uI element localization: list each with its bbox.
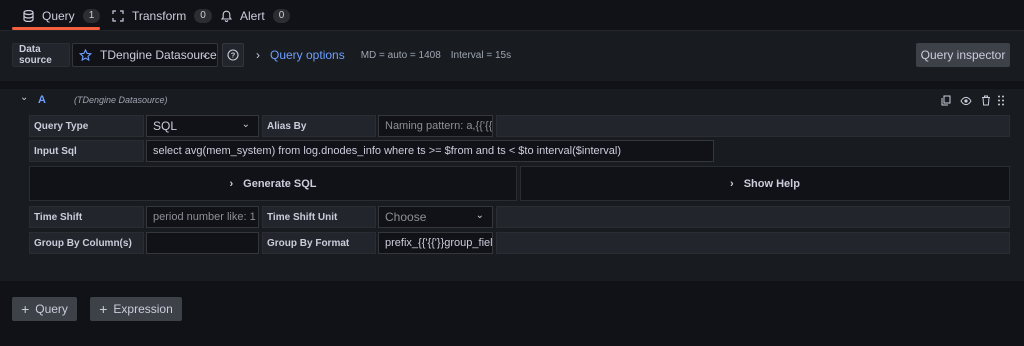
datasource-help-button[interactable]: ? [222, 43, 244, 67]
datasource-picker[interactable]: TDengine Datasource ⌄ [72, 43, 218, 67]
transform-icon [112, 10, 124, 22]
time-shift-unit-select[interactable]: Choose ⌄ [378, 206, 493, 228]
alias-by-placeholder: Naming pattern: a,{{'{{'}} [385, 120, 493, 132]
eye-icon[interactable] [960, 95, 972, 109]
add-expression-button[interactable]: + Expression [90, 297, 182, 321]
generate-sql-button[interactable]: › Generate SQL [29, 166, 517, 201]
tab-query-count: 1 [82, 9, 101, 23]
tab-alert-label: Alert [240, 9, 265, 23]
row5-filler [496, 232, 1010, 254]
row1-filler [496, 115, 1010, 137]
plus-icon: + [99, 301, 108, 317]
tab-alert-count: 0 [272, 9, 291, 23]
tab-transform[interactable]: Transform 0 [112, 0, 212, 32]
add-expression-label: Expression [113, 302, 173, 316]
question-circle-icon: ? [227, 49, 239, 61]
query-type-label: Query Type [29, 115, 144, 137]
query-options[interactable]: › Query options MD = auto = 1408 Interva… [256, 45, 511, 65]
alias-by-label: Alias By [262, 115, 376, 137]
group-by-format-input[interactable]: prefix_{{'{{'}}group_field [378, 232, 493, 254]
datasource-label: Data source [12, 43, 70, 67]
time-shift-unit-label: Time Shift Unit [262, 206, 376, 228]
query-inspector-button[interactable]: Query inspector [916, 43, 1010, 67]
bell-icon [220, 10, 232, 22]
chevron-down-icon: ⌄ [200, 49, 209, 61]
tab-transform-label: Transform [132, 9, 187, 23]
duplicate-query-icon[interactable] [941, 95, 951, 109]
datasource-logo-icon [79, 48, 92, 62]
show-help-label: Show Help [743, 177, 800, 190]
time-shift-placeholder: period number like: 1 [153, 211, 256, 223]
add-query-label: Query [35, 302, 68, 316]
input-sql-field[interactable]: select avg(mem_system) from log.dnodes_i… [146, 140, 714, 162]
show-help-button[interactable]: › Show Help [520, 166, 1010, 201]
alias-by-input[interactable]: Naming pattern: a,{{'{{'}} [378, 115, 493, 137]
svg-text:?: ? [231, 51, 236, 60]
drag-handle-icon[interactable] [997, 95, 1005, 109]
group-by-column-label: Group By Column(s) [29, 232, 144, 254]
chevron-down-icon: ⌄ [241, 119, 250, 130]
query-options-link[interactable]: Query options [270, 48, 345, 62]
input-sql-label: Input Sql [29, 140, 144, 162]
add-query-button[interactable]: + Query [12, 297, 77, 321]
query-type-select[interactable]: SQL ⌄ [146, 115, 259, 137]
chevron-right-icon: › [730, 177, 734, 190]
time-shift-unit-value: Choose [385, 210, 427, 224]
max-data-points: MD = auto = 1408 [360, 49, 441, 61]
database-icon [22, 10, 34, 22]
query-ref-id[interactable]: A [38, 94, 46, 106]
chevron-down-icon: ⌄ [475, 210, 484, 221]
time-shift-label: Time Shift [29, 206, 144, 228]
group-by-format-label: Group By Format [262, 232, 376, 254]
tab-query-label: Query [42, 9, 75, 23]
tab-alert[interactable]: Alert 0 [220, 0, 291, 32]
chevron-right-icon: › [256, 48, 260, 62]
plus-icon: + [21, 301, 30, 317]
chevron-right-icon: › [229, 177, 234, 190]
trash-icon[interactable] [981, 95, 991, 109]
interval-value: Interval = 15s [450, 49, 512, 61]
tab-transform-count: 0 [194, 9, 212, 23]
query-type-value: SQL [153, 119, 178, 133]
generate-sql-label: Generate SQL [243, 177, 317, 190]
collapse-chevron-icon[interactable]: ⌄ [20, 92, 28, 103]
group-by-column-input[interactable] [146, 232, 259, 254]
row4-filler [496, 206, 1010, 228]
datasource-name: TDengine Datasource [100, 48, 217, 62]
time-shift-input[interactable]: period number like: 1 [146, 206, 259, 228]
query-datasource-hint: (TDengine Datasource) [74, 95, 168, 105]
